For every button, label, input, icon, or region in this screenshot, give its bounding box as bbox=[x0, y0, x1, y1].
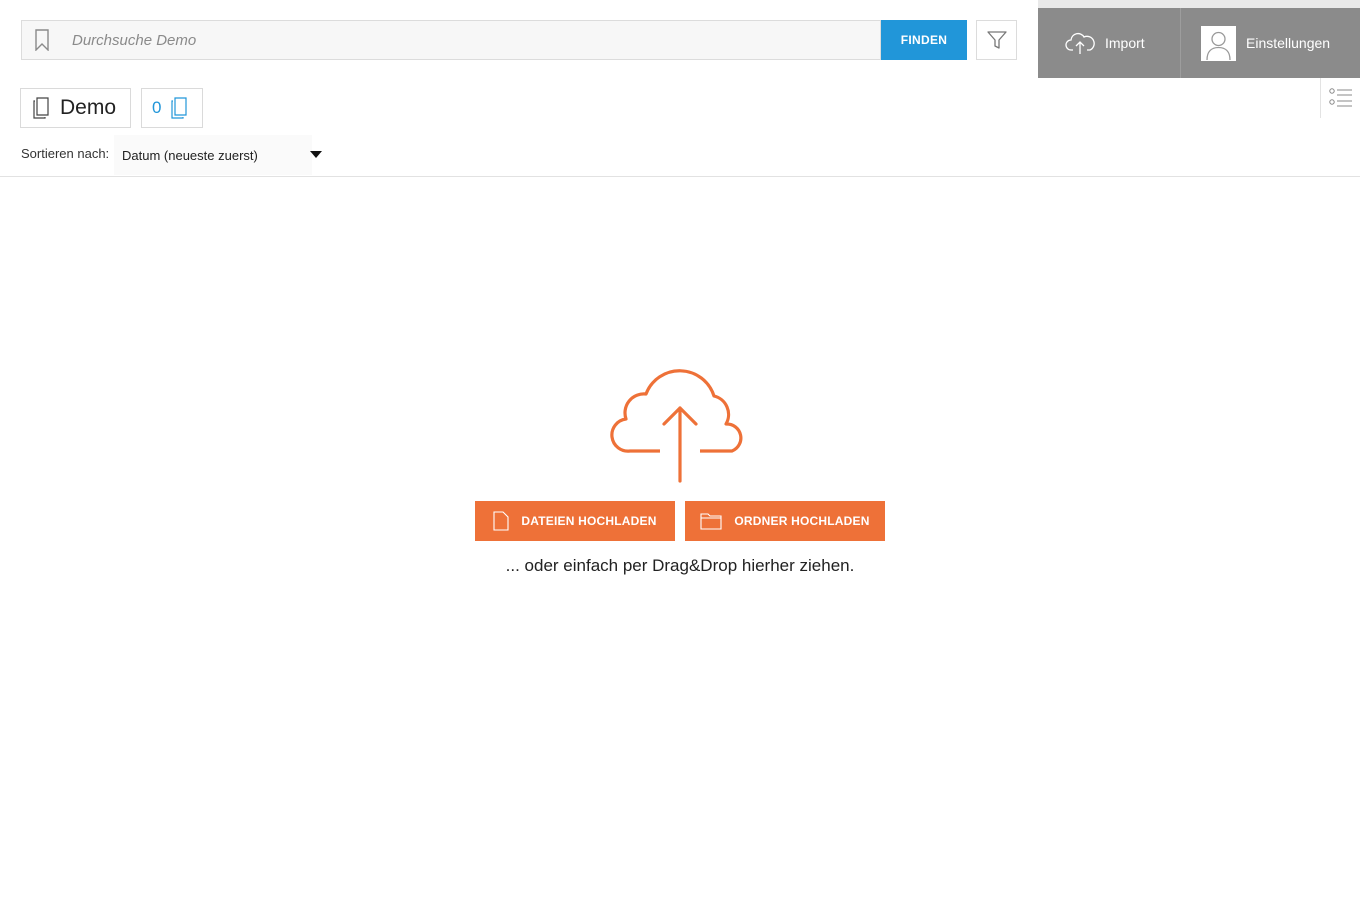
sort-selected-value: Datum (neueste zuerst) bbox=[122, 147, 258, 163]
list-view-toggle[interactable] bbox=[1320, 78, 1360, 118]
folder-icon bbox=[700, 513, 722, 530]
document-count-value: 0 bbox=[152, 98, 162, 117]
document-count[interactable]: 0 bbox=[141, 88, 203, 128]
filter-button[interactable] bbox=[976, 20, 1017, 60]
user-icon bbox=[1201, 25, 1236, 61]
top-right-strip bbox=[1038, 0, 1360, 8]
file-icon bbox=[493, 511, 509, 531]
search-bar bbox=[21, 20, 881, 60]
cloud-upload-icon bbox=[1065, 32, 1095, 54]
find-button[interactable]: FINDEN bbox=[881, 20, 967, 60]
cloud-upload-icon bbox=[608, 362, 752, 489]
import-label: Import bbox=[1105, 35, 1145, 51]
upload-files-label: DATEIEN HOCHLADEN bbox=[521, 514, 657, 528]
top-right-panel: Import Einstellungen bbox=[1038, 0, 1360, 78]
chevron-down-icon[interactable] bbox=[310, 151, 322, 158]
documents-icon bbox=[171, 97, 188, 119]
list-view-icon bbox=[1328, 88, 1352, 107]
settings-label: Einstellungen bbox=[1246, 35, 1331, 51]
upload-folder-label: ORDNER HOCHLADEN bbox=[734, 514, 870, 528]
sort-select[interactable]: Datum (neueste zuerst) bbox=[114, 135, 312, 175]
bookmark-icon[interactable] bbox=[22, 21, 62, 59]
documents-icon bbox=[33, 97, 49, 119]
collection-title[interactable]: Demo bbox=[20, 88, 131, 128]
search-input[interactable] bbox=[62, 21, 880, 59]
collection-name: Demo bbox=[60, 96, 117, 119]
sort-label: Sortieren nach: bbox=[21, 146, 110, 161]
upload-files-button[interactable]: DATEIEN HOCHLADEN bbox=[475, 501, 675, 541]
upload-folder-button[interactable]: ORDNER HOCHLADEN bbox=[685, 501, 885, 541]
header-divider bbox=[0, 176, 1360, 177]
settings-button[interactable]: Einstellungen bbox=[1180, 8, 1360, 78]
import-button[interactable]: Import bbox=[1039, 8, 1179, 78]
filter-icon bbox=[986, 31, 1007, 49]
drag-drop-hint: ... oder einfach per Drag&Drop hierher z… bbox=[505, 556, 855, 575]
